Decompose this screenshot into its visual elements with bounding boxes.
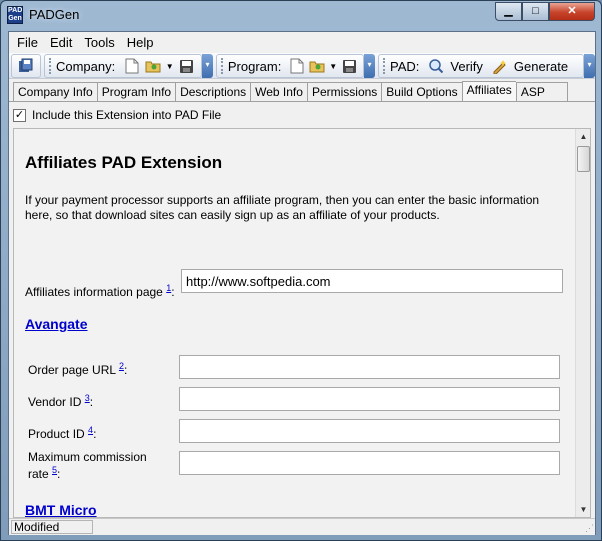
verify-button[interactable]: Verify: [450, 59, 483, 74]
vendor-id-label: Vendor ID 3:: [28, 393, 94, 409]
app-window: PAD Gen PADGen ▁ □ ✕ File Edit Tools Hel…: [0, 0, 602, 541]
client-area: File Edit Tools Help Company: ▼ ▾ Progra…: [8, 31, 596, 535]
save-all-icon[interactable]: [18, 57, 34, 75]
new-company-icon[interactable]: [123, 57, 140, 75]
scroll-up-icon[interactable]: ▲: [576, 129, 590, 144]
tab-permissions[interactable]: Permissions: [306, 82, 382, 101]
product-id-label: Product ID 4:: [28, 425, 97, 441]
vertical-scrollbar[interactable]: ▲ ▼: [575, 129, 590, 517]
company-toolbar-overflow-icon[interactable]: ▾: [202, 54, 213, 78]
tab-strip: Company Info Program Info Descriptions W…: [13, 81, 568, 101]
include-extension-label[interactable]: Include this Extension into PAD File: [32, 108, 221, 122]
avangate-link[interactable]: Avangate: [25, 316, 88, 332]
tab-affiliates[interactable]: Affiliates: [461, 81, 516, 101]
order-page-url-input[interactable]: [179, 355, 560, 379]
toolbar: Company: ▼ ▾ Program: ▼ ▾ PAD: Verify Ge…: [9, 53, 595, 79]
affiliates-info-page-input[interactable]: [181, 269, 563, 293]
pad-label: PAD:: [390, 58, 420, 74]
toolbar-group-main: [11, 54, 41, 78]
save-company-icon[interactable]: [178, 57, 195, 75]
minimize-button[interactable]: ▁: [495, 2, 522, 21]
tab-company-info[interactable]: Company Info: [13, 82, 97, 101]
generate-icon[interactable]: [491, 57, 509, 75]
toolbar-group-program: Program: ▼: [216, 54, 364, 78]
resize-grip-icon[interactable]: ⋰: [585, 523, 594, 534]
affiliates-pane: Affiliates PAD Extension If your payment…: [13, 128, 591, 518]
new-program-icon[interactable]: [289, 57, 305, 75]
intro-text: If your payment processor supports an af…: [25, 193, 540, 222]
pad-toolbar-overflow-icon[interactable]: ▾: [584, 54, 595, 78]
company-label: Company:: [55, 58, 116, 74]
toolbar-grip[interactable]: [49, 58, 52, 74]
program-label: Program:: [227, 58, 282, 74]
window-controls: ▁ □ ✕: [495, 2, 595, 21]
menu-help[interactable]: Help: [121, 32, 160, 52]
tab-descriptions[interactable]: Descriptions: [175, 82, 251, 101]
menu-file[interactable]: File: [11, 32, 44, 52]
maximize-button[interactable]: □: [522, 2, 549, 21]
footnote-link-1[interactable]: 1: [166, 283, 171, 293]
verify-icon[interactable]: [427, 57, 445, 75]
close-button[interactable]: ✕: [549, 2, 595, 21]
include-extension-row[interactable]: ✓ Include this Extension into PAD File: [13, 107, 221, 123]
scroll-down-icon[interactable]: ▼: [576, 502, 590, 517]
menu-edit[interactable]: Edit: [44, 32, 78, 52]
footnote-link-3[interactable]: 3: [85, 393, 90, 403]
vendor-id-input[interactable]: [179, 387, 560, 411]
open-company-icon[interactable]: [145, 57, 162, 75]
title-bar[interactable]: PAD Gen PADGen ▁ □ ✕: [1, 1, 601, 29]
tab-divider: [9, 101, 595, 102]
window-title: PADGen: [29, 7, 80, 22]
menu-bar: File Edit Tools Help: [9, 32, 595, 52]
affiliates-info-page-label: Affiliates information page 1:: [25, 283, 175, 299]
product-id-input[interactable]: [179, 419, 560, 443]
page-title: Affiliates PAD Extension: [25, 153, 223, 172]
generate-button[interactable]: Generate: [514, 59, 568, 74]
affiliates-content: Affiliates PAD Extension If your payment…: [14, 129, 575, 517]
toolbar-group-company: Company: ▼: [44, 54, 202, 78]
open-program-icon[interactable]: [309, 57, 325, 75]
tab-web-info[interactable]: Web Info: [250, 82, 307, 101]
open-company-dropdown-icon[interactable]: ▼: [166, 62, 174, 71]
scroll-thumb[interactable]: [577, 146, 590, 172]
padgen-app-icon[interactable]: PAD Gen: [7, 6, 23, 24]
max-commission-rate-label: Maximum commission rate 5:: [28, 450, 147, 481]
menu-tools[interactable]: Tools: [78, 32, 120, 52]
status-text: Modified: [11, 520, 93, 534]
footnote-link-2[interactable]: 2: [119, 361, 124, 371]
save-program-icon[interactable]: [341, 57, 357, 75]
toolbar-group-pad: PAD: Verify Generate: [378, 54, 584, 78]
include-extension-checkbox[interactable]: ✓: [13, 108, 26, 122]
order-page-url-label: Order page URL 2:: [28, 361, 128, 377]
bmt-micro-link[interactable]: BMT Micro: [25, 502, 97, 517]
program-toolbar-overflow-icon[interactable]: ▾: [364, 54, 375, 78]
tab-program-info[interactable]: Program Info: [96, 82, 176, 101]
toolbar-grip[interactable]: [221, 58, 224, 74]
tab-asp[interactable]: ASP: [515, 82, 568, 101]
footnote-link-5[interactable]: 5: [52, 465, 57, 475]
footnote-link-4[interactable]: 4: [88, 425, 93, 435]
max-commission-rate-input[interactable]: [179, 451, 560, 475]
status-bar: Modified ⋰: [9, 518, 595, 535]
toolbar-grip[interactable]: [383, 58, 386, 74]
tab-build-options[interactable]: Build Options: [381, 82, 462, 101]
open-program-dropdown-icon[interactable]: ▼: [329, 62, 337, 71]
